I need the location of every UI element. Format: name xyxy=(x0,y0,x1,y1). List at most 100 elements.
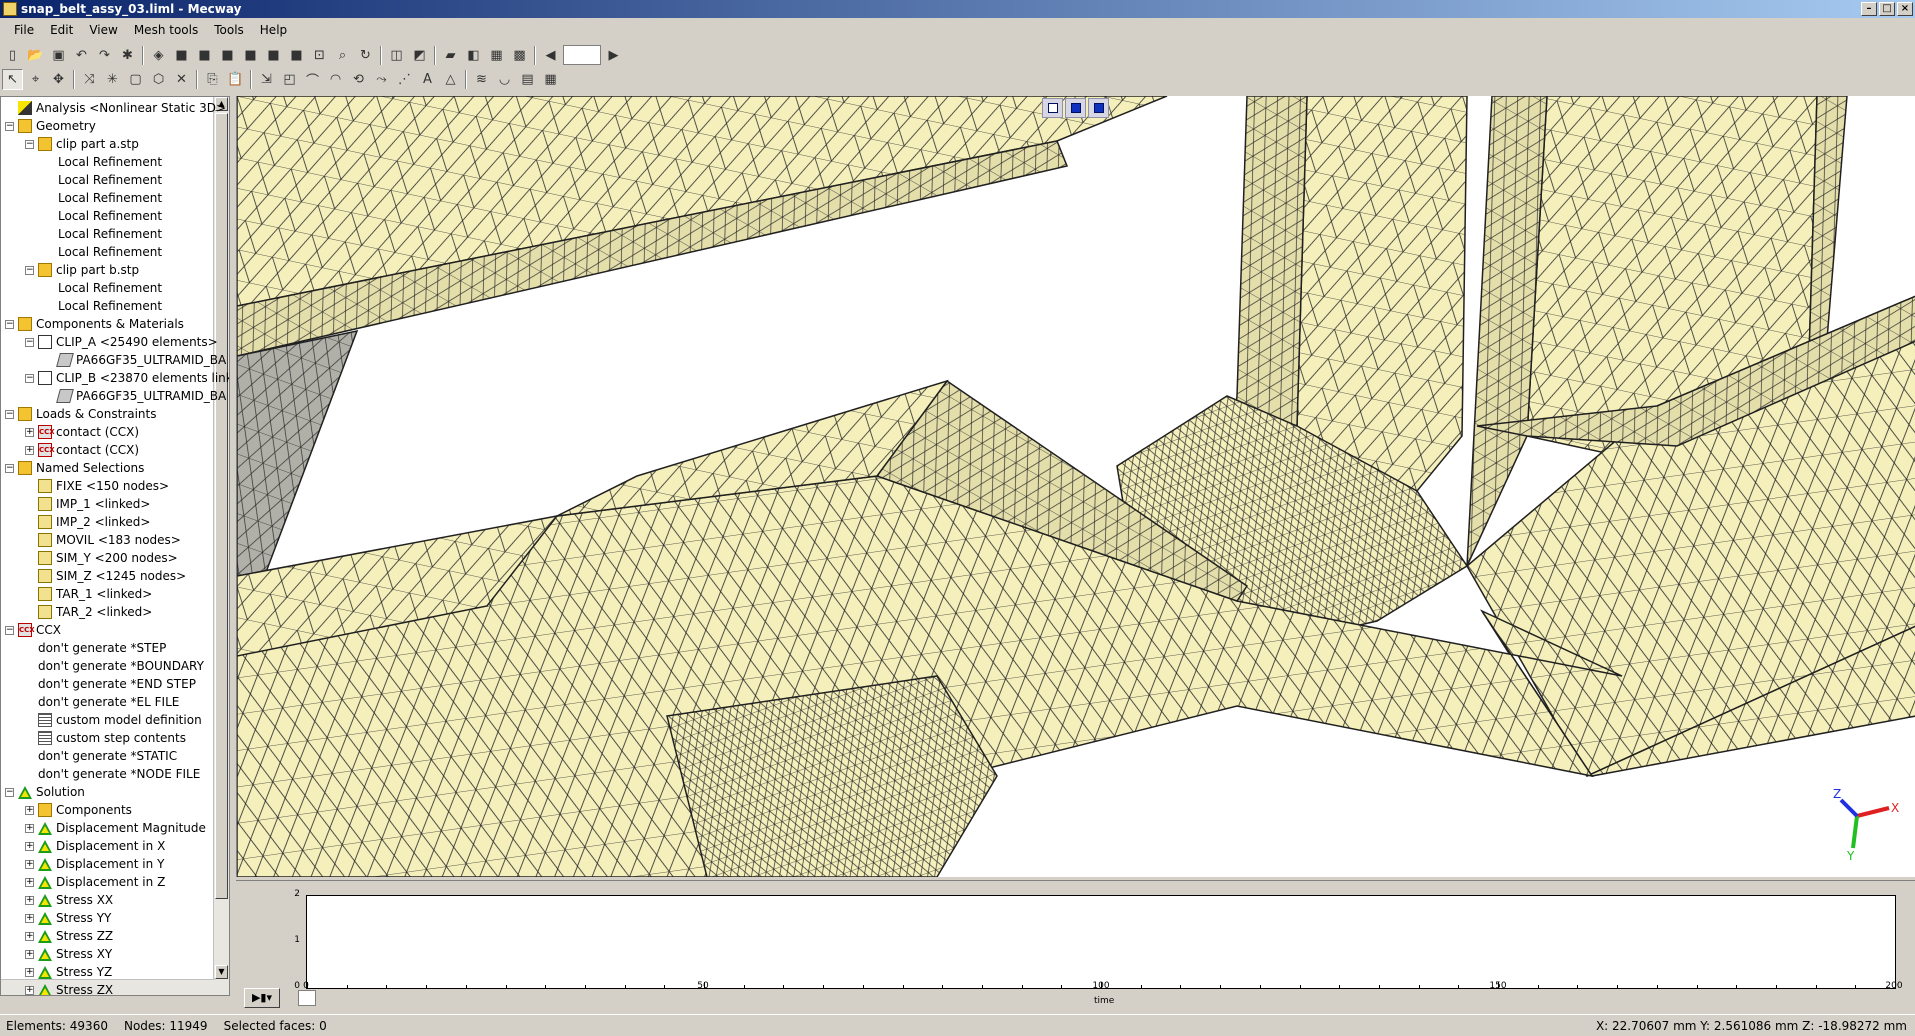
sweep-button[interactable]: ⤳ xyxy=(371,69,392,90)
menu-edit[interactable]: Edit xyxy=(42,21,81,39)
wireframe-button[interactable]: ▦ xyxy=(486,45,507,66)
select-button[interactable]: ↖ xyxy=(2,68,23,90)
time-step-field[interactable] xyxy=(298,990,316,1006)
zoom-fit-button[interactable]: ⊡ xyxy=(309,45,330,66)
tree-ccx-option[interactable]: don't generate *END STEP xyxy=(25,675,196,693)
tree-selection[interactable]: TAR_1 <linked> xyxy=(25,585,152,603)
expand-icon[interactable]: + xyxy=(25,445,34,455)
tree-analysis[interactable]: Analysis <Nonlinear Static 3D> xyxy=(5,99,226,117)
menu-mesh-tools[interactable]: Mesh tools xyxy=(126,21,206,39)
prev-button[interactable]: ◀ xyxy=(540,45,561,66)
tree-selection[interactable]: SIM_Y <200 nodes> xyxy=(25,549,178,567)
maximize-button[interactable]: □ xyxy=(1879,2,1895,16)
collapse-icon[interactable]: − xyxy=(25,265,34,275)
zoom-button[interactable]: ⌕ xyxy=(332,45,353,66)
play-animation-button[interactable]: ▶▮▾ xyxy=(244,988,280,1008)
mesh-button[interactable]: ▩ xyxy=(509,45,530,66)
extrude-button[interactable]: ◠ xyxy=(325,69,346,90)
surface-button[interactable]: ▰ xyxy=(440,45,461,66)
collapse-icon[interactable]: − xyxy=(5,625,14,635)
move-button[interactable]: ⇲ xyxy=(256,69,277,90)
grid-button[interactable]: ▤ xyxy=(517,69,538,90)
cube-button[interactable]: ⬡ xyxy=(148,69,169,90)
tree-ccx-option[interactable]: don't generate *BOUNDARY xyxy=(25,657,204,675)
redo-button[interactable]: ↷ xyxy=(94,45,115,66)
step-input[interactable] xyxy=(563,45,601,65)
menu-help[interactable]: Help xyxy=(252,21,295,39)
copy-button[interactable]: ⎘ xyxy=(202,69,223,90)
tree-selection[interactable]: IMP_2 <linked> xyxy=(25,513,150,531)
view-back-button[interactable]: ■ xyxy=(194,45,215,66)
next-button[interactable]: ▶ xyxy=(603,45,624,66)
tree-selection[interactable]: TAR_2 <linked> xyxy=(25,603,152,621)
tree-ccx-option[interactable]: don't generate *STEP xyxy=(25,639,166,657)
tree-result[interactable]: + Displacement in X xyxy=(25,837,165,855)
model-viewport[interactable]: X Y Z xyxy=(236,96,1915,877)
expand-icon[interactable]: + xyxy=(25,823,34,833)
collapse-icon[interactable]: − xyxy=(25,373,34,383)
tree-ccx-option[interactable]: don't generate *NODE FILE xyxy=(25,765,200,783)
tree-material[interactable]: PA66GF35_ULTRAMID_BA xyxy=(45,387,226,405)
collapse-icon[interactable]: − xyxy=(5,463,14,473)
tree-named-selections[interactable]: − Named Selections xyxy=(5,459,144,477)
tree-selection[interactable]: IMP_1 <linked> xyxy=(25,495,150,513)
lines-button[interactable]: ≋ xyxy=(471,69,492,90)
expand-icon[interactable]: + xyxy=(25,913,34,923)
tree-contact[interactable]: + CCX contact (CCX) xyxy=(25,441,139,459)
tree-material[interactable]: PA66GF35_ULTRAMID_BA xyxy=(45,351,226,369)
view-front-button[interactable]: ■ xyxy=(171,45,192,66)
tree-ccx[interactable]: − CCX CCX xyxy=(5,621,61,639)
expand-icon[interactable]: + xyxy=(25,859,34,869)
shade-button[interactable]: ◧ xyxy=(463,45,484,66)
tree-result[interactable]: + Displacement in Y xyxy=(25,855,164,873)
tree-local-refinement[interactable]: Local Refinement xyxy=(45,207,162,225)
menu-file[interactable]: File xyxy=(6,21,42,39)
refine-button[interactable]: ✳ xyxy=(102,69,123,90)
ccx-button[interactable]: ✱ xyxy=(117,45,138,66)
tree-loads-constraints[interactable]: − Loads & Constraints xyxy=(5,405,157,423)
expand-icon[interactable]: + xyxy=(25,877,34,887)
tree-clip-part-a[interactable]: − clip part a.stp xyxy=(25,135,139,153)
curve-button[interactable]: ◡ xyxy=(494,69,515,90)
tree-result[interactable]: + Stress XX xyxy=(25,891,113,909)
section-button[interactable]: ◩ xyxy=(409,45,430,66)
tree-geometry[interactable]: − Geometry xyxy=(5,117,96,135)
tree-selection[interactable]: SIM_Z <1245 nodes> xyxy=(25,567,186,585)
display-mode-button[interactable]: ◫ xyxy=(386,45,407,66)
tree-selection[interactable]: FIXE <150 nodes> xyxy=(25,477,169,495)
box-button[interactable]: ▢ xyxy=(125,69,146,90)
tree-components-materials[interactable]: − Components & Materials xyxy=(5,315,184,333)
collapse-icon[interactable]: − xyxy=(5,319,14,329)
orient-button[interactable]: ⤨ xyxy=(79,69,100,90)
shaded-view-button[interactable] xyxy=(1088,98,1109,118)
tree-local-refinement[interactable]: Local Refinement xyxy=(45,243,162,261)
pan-button[interactable]: ✥ xyxy=(48,69,69,90)
collapse-icon[interactable]: − xyxy=(25,139,34,149)
collapse-icon[interactable]: − xyxy=(5,409,14,419)
mirror-button[interactable]: ⌒ xyxy=(302,69,323,90)
tree-contact[interactable]: + CCX contact (CCX) xyxy=(25,423,139,441)
text-button[interactable]: A xyxy=(417,69,438,90)
open-button[interactable]: 📂 xyxy=(25,45,46,66)
expand-icon[interactable]: + xyxy=(25,427,34,437)
menu-view[interactable]: View xyxy=(81,21,125,39)
rotate-button[interactable]: ↻ xyxy=(355,45,376,66)
undo-button[interactable]: ↶ xyxy=(71,45,92,66)
tree-result[interactable]: + Displacement Magnitude xyxy=(25,819,206,837)
wireframe-view-button[interactable] xyxy=(1042,98,1063,118)
minimize-button[interactable]: – xyxy=(1861,2,1877,16)
menu-tools[interactable]: Tools xyxy=(206,21,252,39)
tree-result[interactable]: + Stress YY xyxy=(25,909,111,927)
expand-icon[interactable]: + xyxy=(25,949,34,959)
tree-local-refinement[interactable]: Local Refinement xyxy=(45,225,162,243)
tree-selection[interactable]: MOVIL <183 nodes> xyxy=(25,531,181,549)
tree-clip-part-b[interactable]: − clip part b.stp xyxy=(25,261,139,279)
paste-button[interactable]: 📋 xyxy=(225,69,246,90)
close-button[interactable]: × xyxy=(1897,2,1913,16)
revolve-button[interactable]: ⟲ xyxy=(348,69,369,90)
tree-result[interactable]: + Stress ZZ xyxy=(25,927,113,945)
triangle-button[interactable]: △ xyxy=(440,69,461,90)
collapse-icon[interactable]: − xyxy=(5,787,14,797)
tree-ccx-option[interactable]: custom step contents xyxy=(25,729,186,747)
scroll-down-icon[interactable]: ▼ xyxy=(215,965,228,979)
